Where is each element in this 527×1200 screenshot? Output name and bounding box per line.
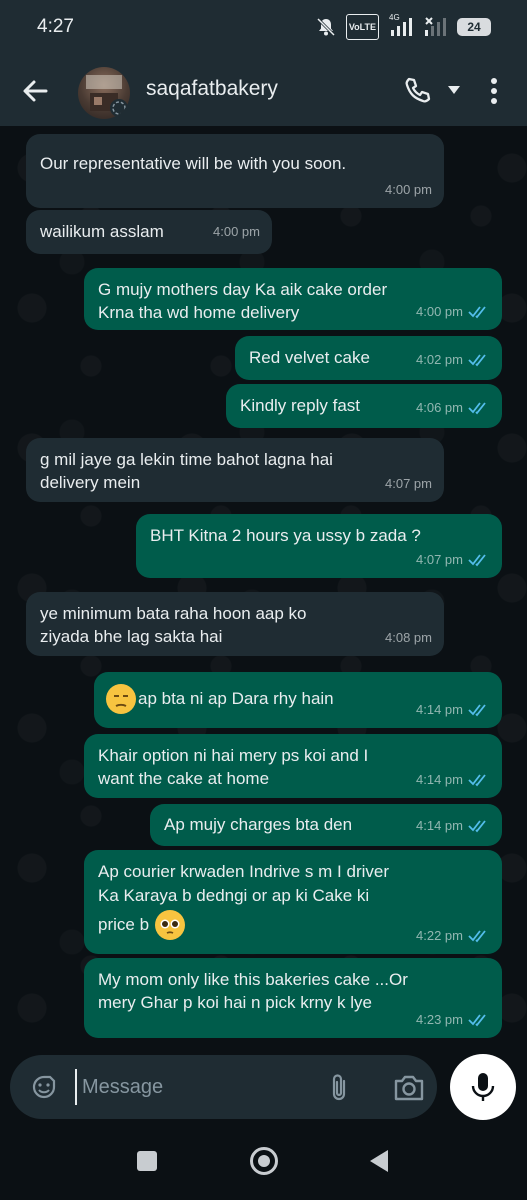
message-text: g mil jaye ga lekin time bahot lagna hai: [40, 450, 333, 469]
message-time: 4:14 pm: [416, 818, 463, 833]
message-bubble-incoming[interactable]: ye minimum bata raha hoon aap ko ziyada …: [26, 592, 444, 656]
read-ticks-icon: [468, 554, 486, 567]
emoji-icon[interactable]: [30, 1073, 58, 1101]
message-text: Kindly reply fast: [240, 396, 360, 415]
message-bubble-outgoing[interactable]: Ap mujy charges bta den 4:14 pm: [150, 804, 502, 846]
battery-icon: 24: [457, 18, 491, 36]
message-text: Ap courier krwaden Indrive s m I driver: [98, 862, 389, 881]
mic-button[interactable]: [450, 1054, 516, 1120]
mic-icon: [471, 1073, 495, 1101]
message-text: Ka Karaya b dedngi or ap ki Cake ki: [98, 886, 370, 905]
message-text: Our representative will be with you soon…: [40, 154, 347, 173]
contact-name[interactable]: saqafatbakery: [146, 77, 278, 101]
message-bubble-outgoing[interactable]: Kindly reply fast 4:06 pm: [226, 384, 502, 428]
message-text: ap bta ni ap Dara rhy hain: [138, 689, 334, 708]
pleading-face-emoji-icon: [155, 910, 186, 940]
back-triangle-icon[interactable]: [368, 1148, 390, 1174]
message-text: price b: [98, 915, 150, 934]
message-time: 4:02 pm: [416, 352, 463, 367]
caret-down-icon[interactable]: [446, 84, 462, 96]
message-composer: [10, 1055, 437, 1119]
message-bubble-outgoing[interactable]: ap bta ni ap Dara rhy hain 4:14 pm: [94, 672, 502, 728]
read-ticks-icon: [468, 704, 486, 717]
message-text: ye minimum bata raha hoon aap ko: [40, 604, 307, 623]
message-time: 4:14 pm: [416, 702, 463, 717]
message-text: mery Ghar p koi hai n pick krny k lye: [98, 993, 372, 1012]
message-text: BHT Kitna 2 hours ya ussy b zada ?: [150, 526, 421, 545]
text-cursor: [75, 1069, 77, 1105]
message-text: want the cake at home: [98, 769, 270, 788]
more-vert-icon[interactable]: [484, 76, 504, 106]
read-ticks-icon: [468, 774, 486, 787]
read-ticks-icon: [468, 1014, 486, 1027]
message-bubble-outgoing[interactable]: My mom only like this bakeries cake ...O…: [84, 958, 502, 1038]
message-text: Ap mujy charges bta den: [164, 815, 353, 834]
message-text: G mujy mothers day Ka aik cake order: [98, 280, 388, 299]
message-bubble-outgoing[interactable]: Ap courier krwaden Indrive s m I driver …: [84, 850, 502, 954]
system-nav-bar: [0, 1130, 527, 1200]
message-time: 4:07 pm: [385, 476, 432, 491]
message-bubble-outgoing[interactable]: Khair option ni hai mery ps koi and I wa…: [84, 734, 502, 798]
recents-square-icon[interactable]: [136, 1150, 158, 1172]
signal-icon: 4G: [389, 13, 413, 38]
signal-2-icon: [423, 16, 447, 38]
message-text: Khair option ni hai mery ps koi and I: [98, 746, 369, 765]
phone-icon[interactable]: [402, 76, 432, 106]
read-ticks-icon: [468, 820, 486, 833]
message-text: wailikum asslam: [40, 222, 164, 241]
chat-header: saqafatbakery: [0, 56, 527, 126]
message-time: 4:08 pm: [385, 630, 432, 645]
read-ticks-icon: [468, 930, 486, 943]
message-text: ziyada bhe lag sakta hai: [40, 627, 223, 646]
avatar[interactable]: [78, 67, 130, 119]
message-bubble-incoming[interactable]: Our representative will be with you soon…: [26, 134, 444, 208]
message-time: 4:00 pm: [416, 304, 463, 319]
message-bubble-outgoing[interactable]: Red velvet cake 4:02 pm: [235, 336, 502, 380]
message-bubble-outgoing[interactable]: BHT Kitna 2 hours ya ussy b zada ? 4:07 …: [136, 514, 502, 578]
message-time: 4:00 pm: [213, 224, 260, 239]
message-bubble-incoming[interactable]: g mil jaye ga lekin time bahot lagna hai…: [26, 438, 444, 502]
message-time: 4:14 pm: [416, 772, 463, 787]
message-time: 4:00 pm: [385, 182, 432, 197]
mute-bell-icon: [316, 16, 336, 38]
message-text: My mom only like this bakeries cake ...O…: [98, 970, 408, 989]
read-ticks-icon: [468, 354, 486, 367]
message-time: 4:07 pm: [416, 552, 463, 567]
message-text: Krna tha wd home delivery: [98, 303, 300, 322]
camera-icon[interactable]: [392, 1073, 426, 1103]
status-time: 4:27: [37, 16, 74, 37]
message-text: delivery mein: [40, 473, 141, 492]
chat-area[interactable]: Our representative will be with you soon…: [0, 126, 527, 1048]
attach-icon[interactable]: [326, 1071, 352, 1103]
status-bar: 4:27 Vo LTE 4G 24: [0, 0, 527, 56]
message-bubble-incoming[interactable]: wailikum asslam 4:00 pm: [26, 210, 272, 254]
message-input[interactable]: [80, 1071, 304, 1103]
read-ticks-icon: [468, 306, 486, 319]
home-circle-icon[interactable]: [249, 1146, 279, 1176]
message-time: 4:23 pm: [416, 1012, 463, 1027]
message-time: 4:06 pm: [416, 400, 463, 415]
read-ticks-icon: [468, 402, 486, 415]
message-time: 4:22 pm: [416, 928, 463, 943]
message-text: Red velvet cake: [249, 348, 370, 367]
back-arrow-icon[interactable]: [20, 76, 50, 106]
volte-icon: Vo LTE: [345, 14, 379, 40]
unamused-face-emoji-icon: [106, 684, 136, 714]
message-bubble-outgoing[interactable]: G mujy mothers day Ka aik cake order Krn…: [84, 268, 502, 330]
